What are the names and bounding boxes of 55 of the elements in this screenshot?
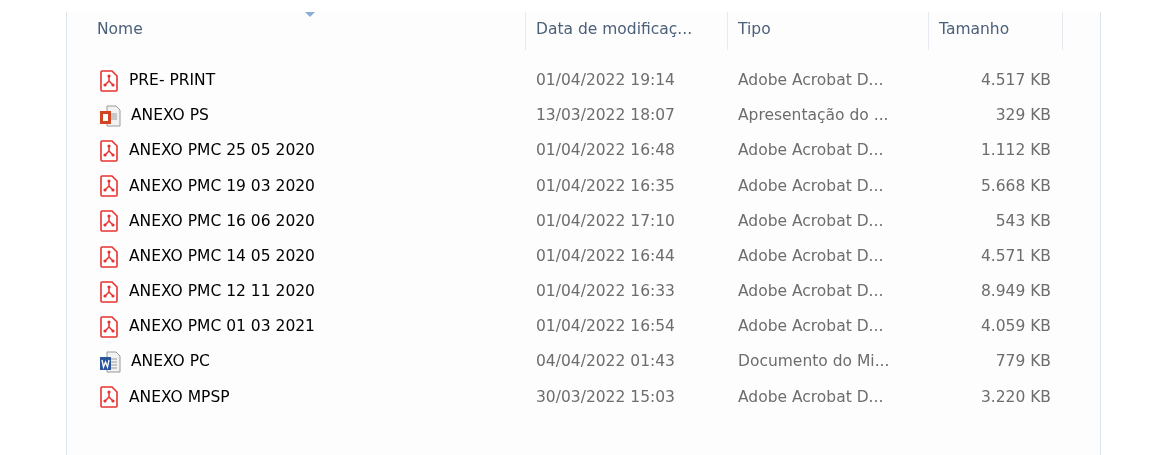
file-size: 8.949 KB <box>980 282 1051 301</box>
file-size: 4.059 KB <box>980 317 1051 336</box>
modified-date: 01/04/2022 16:35 <box>536 176 675 195</box>
modified-date: 30/03/2022 15:03 <box>536 387 675 406</box>
word-document-icon <box>99 351 121 374</box>
pdf-file-icon <box>99 280 119 303</box>
pdf-file-icon <box>99 139 119 162</box>
file-name[interactable]: ANEXO PMC 14 05 2020 <box>129 244 315 269</box>
file-name[interactable]: ANEXO PMC 19 03 2020 <box>129 174 315 198</box>
column-header[interactable]: Tamanho <box>929 12 1063 50</box>
file-name[interactable]: ANEXO PS <box>131 104 209 128</box>
file-name[interactable]: ANEXO PMC 16 06 2020 <box>129 209 315 233</box>
file-size: 4.517 KB <box>980 70 1051 89</box>
modified-date: 01/04/2022 16:44 <box>536 246 675 265</box>
file-name[interactable]: ANEXO PC <box>131 350 210 374</box>
file-size: 5.668 KB <box>980 176 1051 195</box>
file-size: 543 KB <box>995 211 1051 230</box>
presentation-file-icon <box>99 104 121 127</box>
modified-date: 01/04/2022 19:14 <box>536 70 675 89</box>
file-name[interactable]: ANEXO PMC 12 11 2020 <box>129 280 315 304</box>
pdf-file-icon <box>99 315 119 338</box>
file-type: Adobe Acrobat D... <box>738 387 884 406</box>
sort-arrow-icon <box>305 12 316 18</box>
file-type: Adobe Acrobat D... <box>738 70 884 89</box>
file-size: 1.112 KB <box>980 141 1051 160</box>
file-type: Documento do Mi... <box>738 352 890 371</box>
file-size: 3.220 KB <box>980 387 1051 406</box>
pdf-file-icon <box>99 175 119 198</box>
file-size: 4.571 KB <box>980 246 1051 265</box>
pdf-file-icon <box>99 210 119 233</box>
file-type: Adobe Acrobat D... <box>738 246 884 265</box>
modified-date: 01/04/2022 16:33 <box>536 282 675 301</box>
file-type: Adobe Acrobat D... <box>738 282 884 301</box>
file-type: Apresentação do ... <box>738 106 889 125</box>
modified-date: 04/04/2022 01:43 <box>536 352 675 371</box>
file-type: Adobe Acrobat D... <box>738 141 884 160</box>
file-type: Adobe Acrobat D... <box>738 317 884 336</box>
modified-date: 01/04/2022 16:54 <box>536 317 675 336</box>
pdf-file-icon <box>99 386 119 409</box>
file-size: 329 KB <box>995 106 1051 125</box>
column-header[interactable]: Nome <box>67 12 526 50</box>
file-name[interactable]: ANEXO PMC 01 03 2021 <box>129 315 315 339</box>
modified-date: 13/03/2022 18:07 <box>536 106 675 125</box>
file-name[interactable]: ANEXO MPSP <box>129 385 230 409</box>
file-type: Adobe Acrobat D... <box>738 211 884 230</box>
column-header[interactable]: Data de modificaç... <box>526 12 728 50</box>
pdf-file-icon <box>99 69 119 92</box>
column-header[interactable]: Tipo <box>728 12 929 50</box>
file-name[interactable]: ANEXO PMC 25 05 2020 <box>129 139 315 163</box>
pdf-file-icon <box>99 245 119 268</box>
modified-date: 01/04/2022 17:10 <box>536 211 675 230</box>
file-size: 779 KB <box>995 352 1051 371</box>
file-type: Adobe Acrobat D... <box>738 176 884 195</box>
modified-date: 01/04/2022 16:48 <box>536 141 675 160</box>
file-name[interactable]: PRE- PRINT <box>129 68 216 93</box>
